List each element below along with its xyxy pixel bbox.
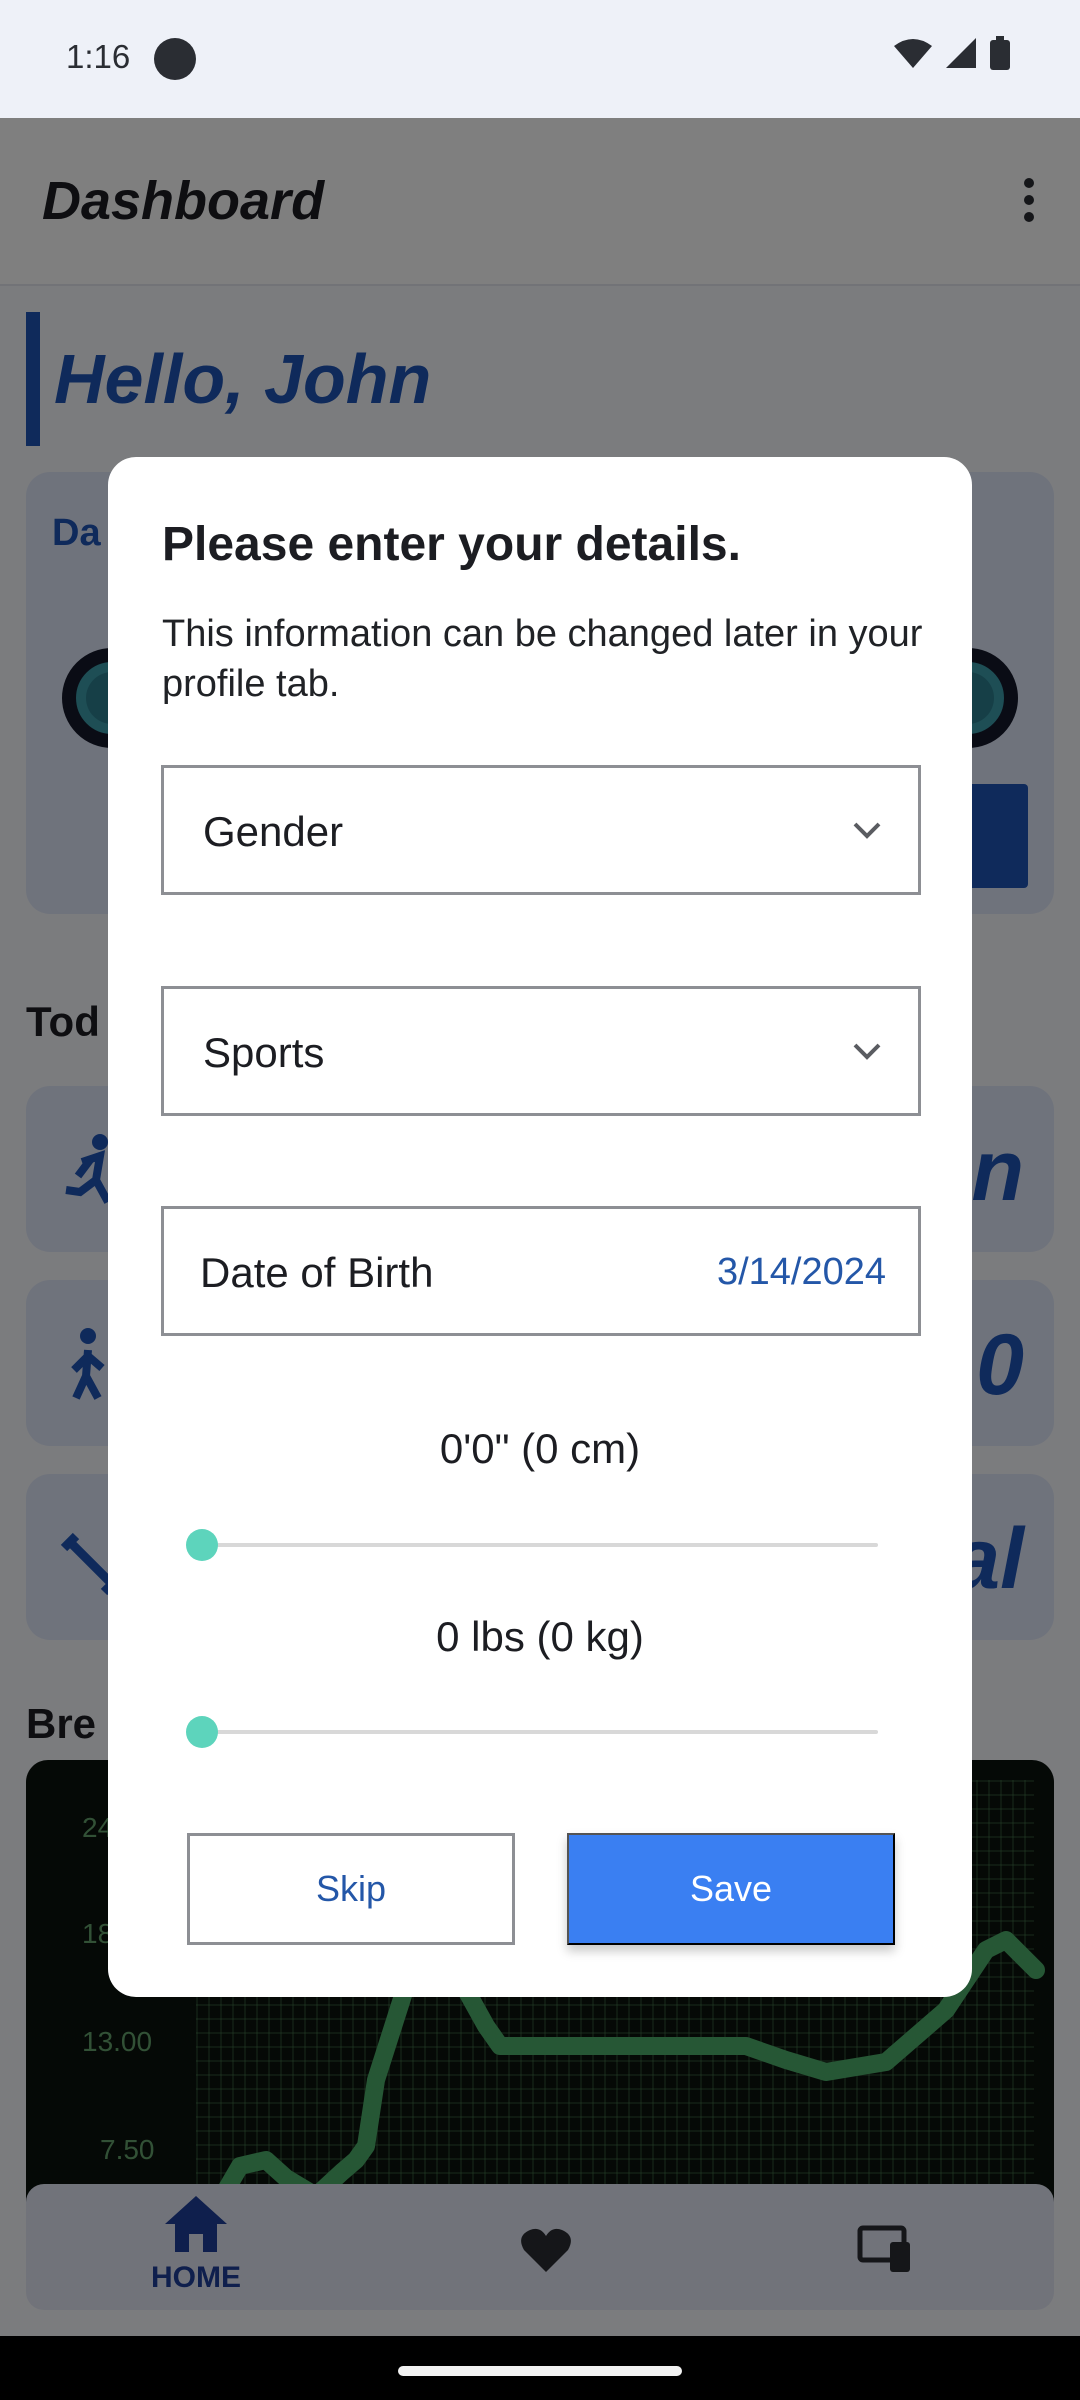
weight-slider[interactable] [200, 1730, 878, 1734]
skip-button[interactable]: Skip [187, 1833, 515, 1945]
status-icons [894, 36, 1010, 70]
signal-icon [946, 38, 976, 68]
gender-label: Gender [203, 808, 344, 855]
details-dialog: Please enter your details. This informat… [108, 457, 972, 1997]
height-slider[interactable] [200, 1543, 878, 1547]
sports-label: Sports [203, 1029, 325, 1076]
height-slider-thumb[interactable] [186, 1529, 218, 1561]
dialog-title: Please enter your details. [162, 518, 741, 571]
chevron-down-icon [853, 1043, 881, 1060]
weight-value: 0 lbs (0 kg) [436, 1613, 644, 1660]
app-notification-icon [154, 38, 196, 80]
status-time: 1:16 [66, 38, 131, 75]
dialog-description: This information can be changed later in… [162, 613, 923, 705]
gender-dropdown[interactable]: Gender [161, 765, 921, 895]
height-value: 0'0" (0 cm) [439, 1425, 641, 1472]
wifi-icon [894, 39, 932, 68]
sports-dropdown[interactable]: Sports [161, 986, 921, 1116]
date-of-birth-field[interactable]: Date of Birth 3/14/2024 [161, 1206, 921, 1336]
date-of-birth-label: Date of Birth [200, 1249, 434, 1296]
home-gesture-handle[interactable] [398, 2366, 682, 2376]
date-of-birth-value[interactable]: 3/14/2024 [717, 1251, 886, 1294]
status-bar: 1:16 [0, 0, 1080, 118]
weight-slider-thumb[interactable] [186, 1716, 218, 1748]
save-button[interactable]: Save [567, 1833, 895, 1945]
battery-icon [990, 36, 1010, 70]
chevron-down-icon [853, 822, 881, 839]
